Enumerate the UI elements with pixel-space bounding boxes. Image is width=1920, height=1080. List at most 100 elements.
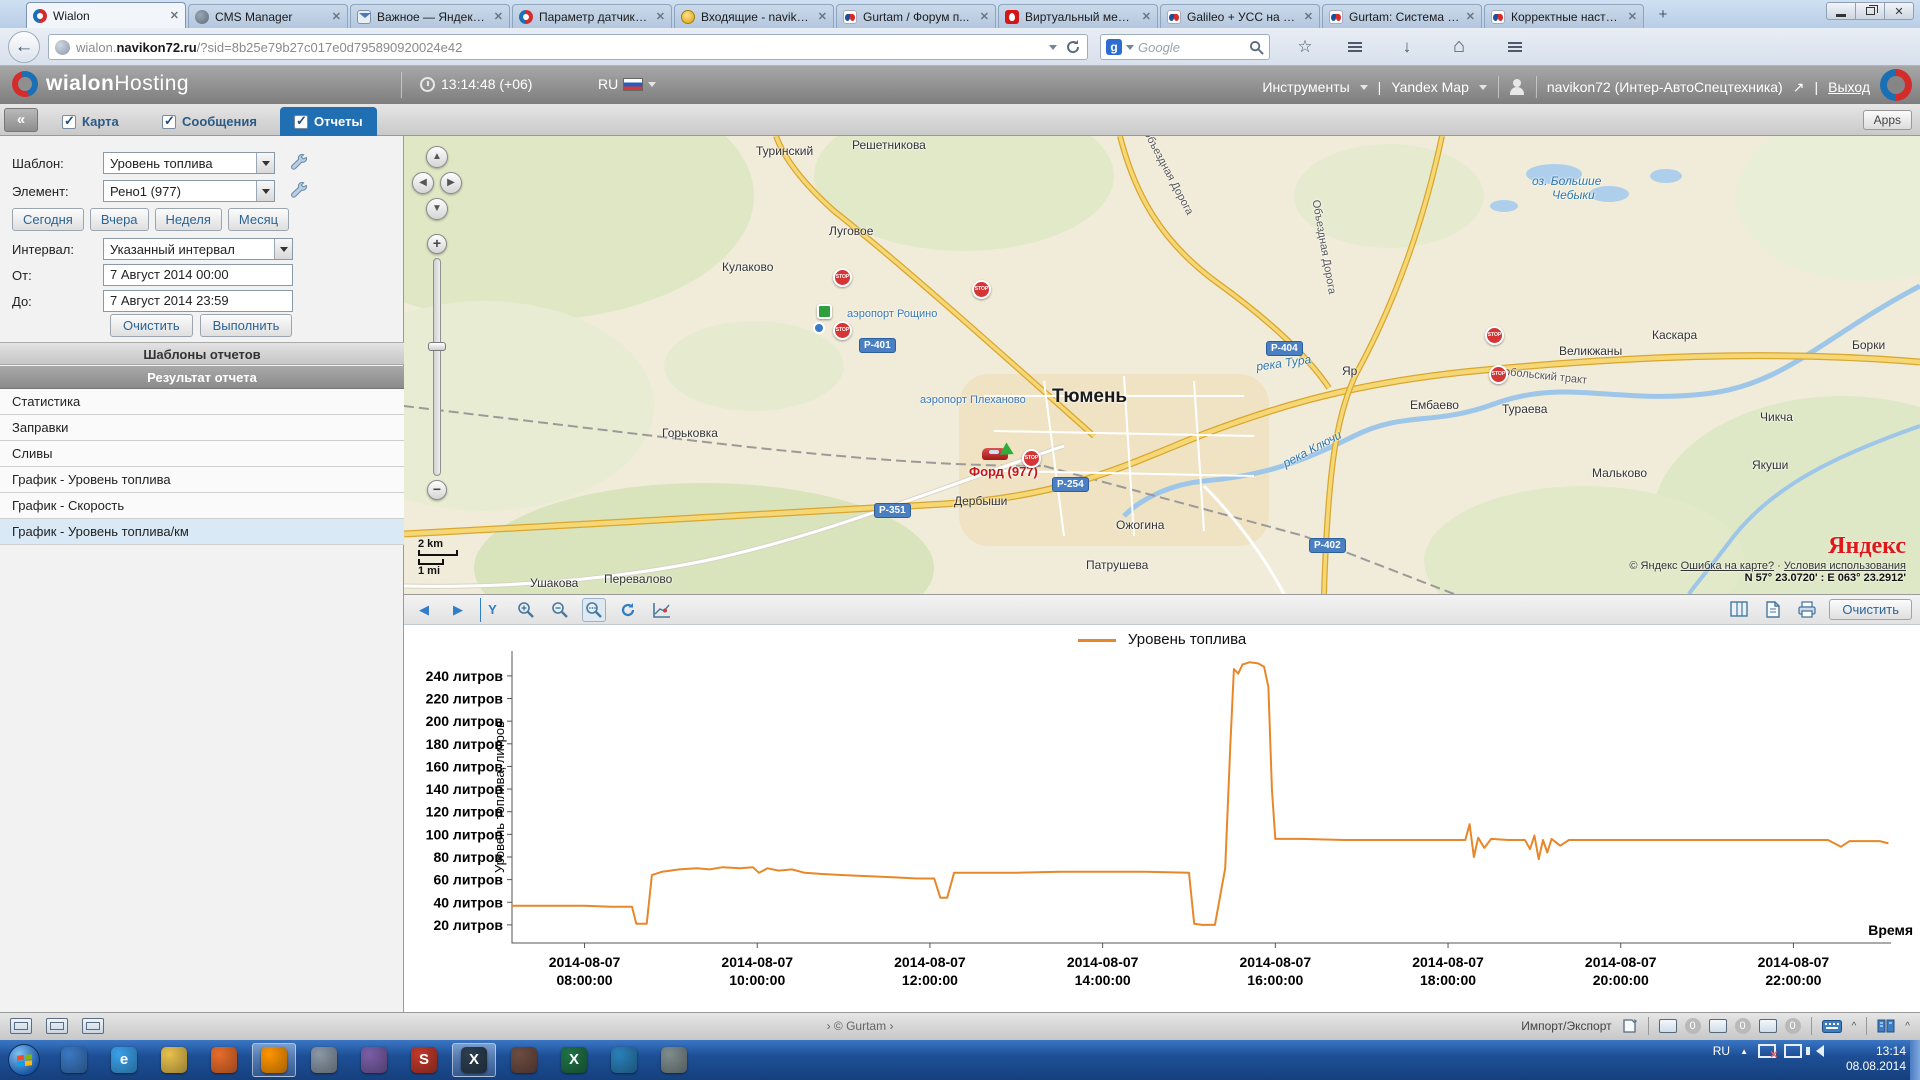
display-icon[interactable]	[1784, 1044, 1800, 1058]
collapse-sidebar-button[interactable]: «	[4, 108, 38, 132]
zoom-in-button[interactable]: +	[427, 234, 447, 254]
bookmarks-list-icon[interactable]	[1340, 34, 1370, 60]
google-icon[interactable]	[1106, 39, 1122, 55]
taskbar-hammer-tool-icon[interactable]	[502, 1043, 546, 1077]
workspace-toggle-icon[interactable]	[82, 1018, 104, 1034]
logout-link[interactable]: Выход	[1828, 79, 1870, 95]
language-switcher[interactable]: RU	[598, 76, 656, 92]
taskbar-image-viewer-icon[interactable]	[602, 1043, 646, 1077]
url-dropdown-icon[interactable]	[1049, 45, 1057, 54]
result-item-4[interactable]: График - Уровень топлива	[0, 467, 404, 493]
show-desktop-button[interactable]	[1910, 1040, 1920, 1080]
zoom-slider-handle[interactable]	[428, 342, 446, 351]
element-settings-wrench-icon[interactable]	[288, 180, 310, 202]
taskbar-settings-tool-icon[interactable]	[652, 1043, 696, 1077]
browser-tab-8[interactable]: Galileo + УСС на за...✕	[1160, 4, 1320, 28]
browser-tab-4[interactable]: Параметр датчика ...✕	[512, 4, 672, 28]
tab-close-icon[interactable]: ✕	[494, 10, 503, 23]
template-settings-wrench-icon[interactable]	[288, 152, 310, 174]
from-date-input[interactable]: 7 Август 2014 00:00	[103, 264, 293, 286]
back-button[interactable]: ←	[8, 31, 40, 63]
volume-icon[interactable]	[1810, 1045, 1824, 1057]
browser-tab-6[interactable]: Gurtam / Форум п...✕	[836, 4, 996, 28]
apps-button[interactable]: Apps	[1863, 110, 1912, 130]
dropdown-arrow-icon[interactable]	[256, 181, 274, 201]
stop-sign-marker[interactable]: STOP	[1485, 326, 1504, 345]
pan-left-button[interactable]: ◀	[412, 172, 434, 194]
fuel-level-chart[interactable]: 20 литров40 литров60 литров80 литров100 …	[404, 595, 1920, 1013]
template-select[interactable]: Уровень топлива	[103, 152, 275, 174]
taskbar-excel-icon[interactable]: X	[552, 1043, 596, 1077]
result-item-3[interactable]: Сливы	[0, 441, 404, 467]
map-error-link[interactable]: Ошибка на карте?	[1681, 560, 1775, 572]
checkbox-checked-icon[interactable]	[294, 115, 308, 129]
checkbox-checked-icon[interactable]	[62, 115, 76, 129]
tab-close-icon[interactable]: ✕	[170, 9, 179, 22]
external-link-icon[interactable]: ↗	[1793, 79, 1805, 96]
result-item-2[interactable]: Заправки	[0, 415, 404, 441]
browser-tab-9[interactable]: Gurtam: Система м...✕	[1322, 4, 1482, 28]
report-templates-header[interactable]: Шаблоны отчетов	[0, 342, 404, 365]
result-item-5[interactable]: График - Скорость	[0, 493, 404, 519]
element-select[interactable]: Рено1 (977)	[103, 180, 275, 202]
tray-language[interactable]: RU	[1713, 1044, 1730, 1058]
dropdown-arrow-icon[interactable]	[274, 239, 292, 259]
stop-sign-marker[interactable]: STOP	[1022, 449, 1041, 468]
taskbar-wrench-tool-icon[interactable]	[302, 1043, 346, 1077]
range-button-4[interactable]: Месяц	[228, 208, 289, 231]
media-counter-icon[interactable]	[1759, 1019, 1777, 1033]
yandex-logo[interactable]: Яндекс	[1629, 533, 1906, 560]
map-terms-link[interactable]: Условия использования	[1784, 560, 1906, 572]
taskbar-firefox-icon[interactable]	[252, 1043, 296, 1077]
interval-select[interactable]: Указанный интервал	[103, 238, 293, 260]
keyboard-icon[interactable]	[1822, 1020, 1842, 1033]
range-button-2[interactable]: Вчера	[90, 208, 149, 231]
to-date-input[interactable]: 7 Август 2014 23:59	[103, 290, 293, 312]
gurtam-copyright[interactable]: © Gurtam	[834, 1019, 886, 1033]
taskbar-sql-tool-icon[interactable]: S	[402, 1043, 446, 1077]
checkbox-checked-icon[interactable]	[162, 115, 176, 129]
reload-icon[interactable]	[1065, 39, 1081, 55]
new-tab-button[interactable]: +	[1650, 6, 1676, 26]
menu-icon[interactable]	[1500, 34, 1530, 60]
close-button[interactable]: ✕	[1884, 2, 1914, 20]
messages-counter-icon[interactable]	[1659, 1019, 1677, 1033]
user-icon[interactable]	[1509, 79, 1525, 95]
result-item-6[interactable]: График - Уровень топлива/км	[0, 519, 404, 545]
fuel-station-marker[interactable]	[817, 304, 832, 319]
tools-menu[interactable]: Инструменты	[1262, 79, 1349, 95]
minimize-button[interactable]	[1826, 2, 1856, 20]
browser-tab-2[interactable]: CMS Manager✕	[188, 4, 348, 28]
report-result-header[interactable]: Результат отчета	[0, 366, 404, 389]
search-icon[interactable]	[1249, 40, 1264, 55]
pan-right-button[interactable]: ▶	[440, 172, 462, 194]
restore-button[interactable]	[1855, 2, 1885, 20]
pan-up-button[interactable]: ▲	[426, 146, 448, 168]
import-export-link[interactable]: Импорт/Экспорт	[1521, 1019, 1611, 1033]
map-provider-menu[interactable]: Yandex Map	[1391, 79, 1469, 95]
search-bar[interactable]: Google	[1100, 34, 1270, 60]
stop-sign-marker[interactable]: STOP	[833, 268, 852, 287]
panel-expand-icon[interactable]: ^	[1852, 1021, 1857, 1032]
downloads-icon[interactable]: ↓	[1392, 34, 1422, 60]
monitoring-panel-toggle-icon[interactable]	[46, 1018, 68, 1034]
stop-sign-marker[interactable]: STOP	[833, 321, 852, 340]
clear-button[interactable]: Очистить	[110, 314, 193, 337]
tab-close-icon[interactable]: ✕	[1142, 10, 1151, 23]
execute-button[interactable]: Выполнить	[200, 314, 293, 337]
tab-close-icon[interactable]: ✕	[1466, 10, 1475, 23]
browser-tab-3[interactable]: Важное — Яндекс....✕	[350, 4, 510, 28]
tab-messages[interactable]: Сообщения	[148, 107, 271, 136]
tab-close-icon[interactable]: ✕	[332, 10, 341, 23]
taskbar-internet-explorer-icon[interactable]: e	[102, 1043, 146, 1077]
taskbar-media-player-icon[interactable]	[52, 1043, 96, 1077]
pan-down-button[interactable]: ▼	[426, 198, 448, 220]
user-account[interactable]: navikon72 (Интер-АвтоСпецтехника)	[1547, 79, 1783, 95]
browser-tab-1[interactable]: Wialon✕	[26, 2, 186, 28]
browser-tab-5[interactable]: Входящие - naviko...✕	[674, 4, 834, 28]
taskbar-database-tool-icon[interactable]	[352, 1043, 396, 1077]
range-button-3[interactable]: Неделя	[155, 208, 222, 231]
start-button[interactable]	[8, 1044, 40, 1076]
dropdown-arrow-icon[interactable]	[256, 153, 274, 173]
url-bar[interactable]: wialon.navikon72.ru/?sid=8b25e79b27c017e…	[48, 34, 1088, 60]
